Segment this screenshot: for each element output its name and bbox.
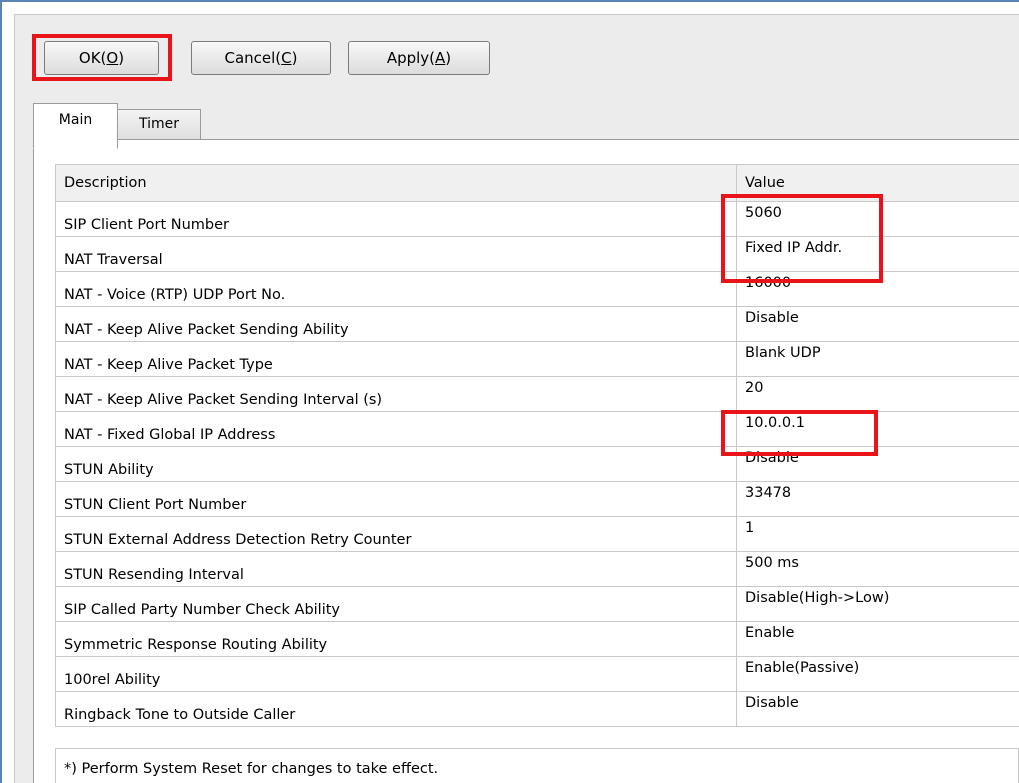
apply-button-paren: ): [445, 49, 452, 67]
table-header-row: Description Value: [55, 164, 1019, 202]
column-header-value: Value: [736, 164, 1019, 202]
row-value[interactable]: 1: [736, 516, 1019, 552]
table-row[interactable]: 100rel Ability Enable(Passive): [55, 656, 1019, 692]
row-description: STUN Client Port Number: [55, 481, 737, 517]
cancel-button-label: Cancel(: [224, 49, 282, 67]
apply-button[interactable]: Apply(A): [348, 41, 490, 75]
row-value[interactable]: Disable: [736, 306, 1019, 342]
cancel-button-paren: ): [291, 49, 298, 67]
table-row[interactable]: STUN Client Port Number 33478: [55, 481, 1019, 517]
row-value[interactable]: 5060: [736, 201, 1019, 237]
column-header-description: Description: [55, 164, 737, 202]
row-value[interactable]: 500 ms: [736, 551, 1019, 587]
row-description: STUN External Address Detection Retry Co…: [55, 516, 737, 552]
table-row[interactable]: NAT - Keep Alive Packet Type Blank UDP: [55, 341, 1019, 377]
table-row[interactable]: NAT - Keep Alive Packet Sending Interval…: [55, 376, 1019, 412]
table-row[interactable]: STUN Ability Disable: [55, 446, 1019, 482]
row-description: NAT - Voice (RTP) UDP Port No.: [55, 271, 737, 307]
apply-button-hotkey: A: [435, 49, 446, 67]
table-row[interactable]: NAT - Fixed Global IP Address 10.0.0.1: [55, 411, 1019, 447]
table-row[interactable]: NAT - Keep Alive Packet Sending Ability D…: [55, 306, 1019, 342]
row-description: NAT Traversal: [55, 236, 737, 272]
row-description: 100rel Ability: [55, 656, 737, 692]
cancel-button[interactable]: Cancel(C): [191, 41, 331, 75]
tab-timer[interactable]: Timer: [117, 109, 201, 140]
row-value[interactable]: Disable: [736, 691, 1019, 727]
table-row[interactable]: Ringback Tone to Outside Caller Disable: [55, 691, 1019, 727]
row-value[interactable]: 10.0.0.1: [736, 411, 1019, 447]
row-description: Symmetric Response Routing Ability: [55, 621, 737, 657]
row-description: SIP Called Party Number Check Ability: [55, 586, 737, 622]
tab-main[interactable]: Main: [33, 103, 118, 149]
table-row[interactable]: Symmetric Response Routing Ability Enable: [55, 621, 1019, 657]
ok-button[interactable]: OK(O): [44, 41, 159, 75]
cancel-button-hotkey: C: [281, 49, 292, 67]
row-value[interactable]: Fixed IP Addr.: [736, 236, 1019, 272]
table-row[interactable]: SIP Client Port Number 5060: [55, 201, 1019, 237]
table-row[interactable]: SIP Called Party Number Check Ability Dis…: [55, 586, 1019, 622]
row-description: NAT - Keep Alive Packet Type: [55, 341, 737, 377]
settings-table: Description Value SIP Client Port Number…: [55, 164, 1019, 727]
table-row[interactable]: NAT Traversal Fixed IP Addr.: [55, 236, 1019, 272]
row-value[interactable]: Blank UDP: [736, 341, 1019, 377]
footer-note: *) Perform System Reset for changes to t…: [55, 748, 1019, 783]
row-description: Ringback Tone to Outside Caller: [55, 691, 737, 727]
apply-button-label: Apply(: [386, 49, 436, 67]
row-value[interactable]: Disable(High->Low): [736, 586, 1019, 622]
ok-button-hotkey: O: [106, 49, 119, 67]
ok-button-paren: ): [118, 49, 125, 67]
row-value[interactable]: 16000: [736, 271, 1019, 307]
row-value[interactable]: Enable(Passive): [736, 656, 1019, 692]
table-row[interactable]: STUN External Address Detection Retry Co…: [55, 516, 1019, 552]
ok-button-label: OK(: [78, 49, 107, 67]
row-description: NAT - Keep Alive Packet Sending Interval…: [55, 376, 737, 412]
table-row[interactable]: STUN Resending Interval 500 ms: [55, 551, 1019, 587]
row-value[interactable]: 20: [736, 376, 1019, 412]
row-description: STUN Ability: [55, 446, 737, 482]
row-value[interactable]: 33478: [736, 481, 1019, 517]
row-description: NAT - Fixed Global IP Address: [55, 411, 737, 447]
row-description: NAT - Keep Alive Packet Sending Ability: [55, 306, 737, 342]
row-value[interactable]: Enable: [736, 621, 1019, 657]
table-row[interactable]: NAT - Voice (RTP) UDP Port No. 16000: [55, 271, 1019, 307]
row-value[interactable]: Disable: [736, 446, 1019, 482]
row-description: SIP Client Port Number: [55, 201, 737, 237]
row-description: STUN Resending Interval: [55, 551, 737, 587]
